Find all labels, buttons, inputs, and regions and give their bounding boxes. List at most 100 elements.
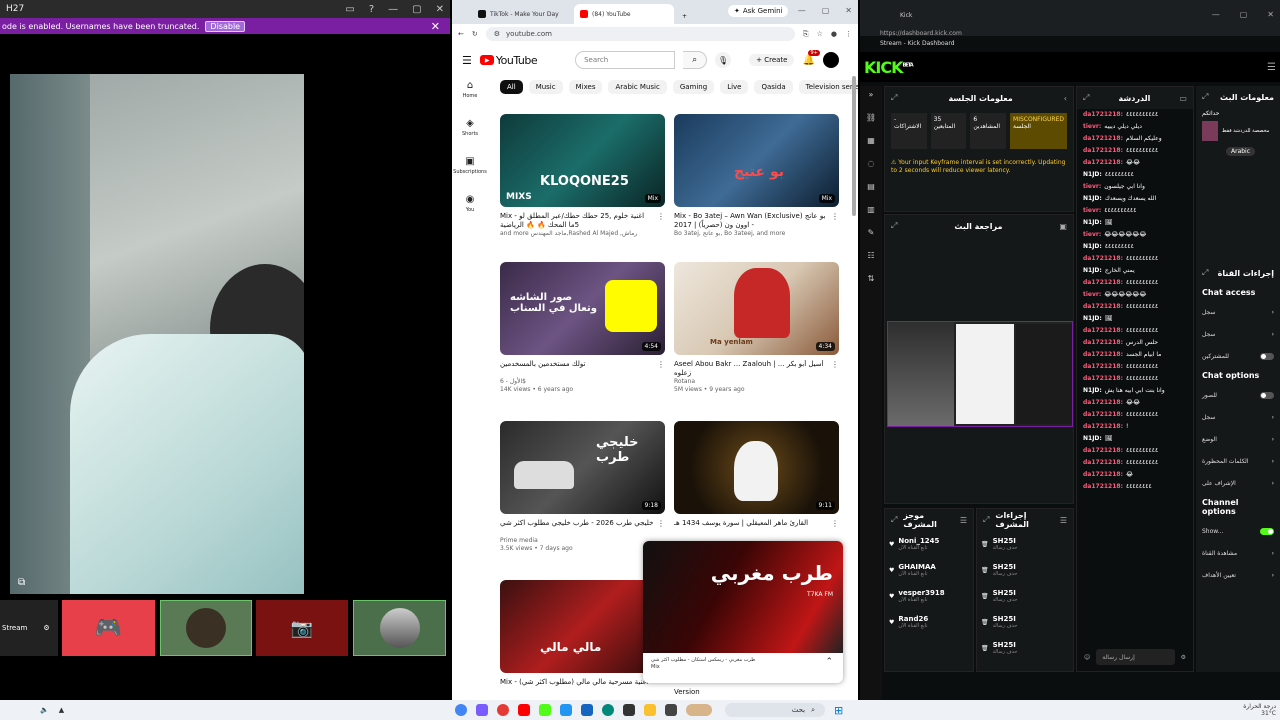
tab-tiktok[interactable]: TikTok - Make Your Day (472, 4, 572, 24)
youtube-icon[interactable] (518, 704, 530, 716)
option-row[interactable]: تعيين الأهداف › (1196, 564, 1280, 586)
chat-username[interactable]: N1JD: (1083, 171, 1102, 178)
chat-username[interactable]: da1721218: (1083, 147, 1123, 154)
participant-avatar-tile[interactable] (353, 600, 446, 656)
chip-music[interactable]: Music (528, 80, 563, 94)
speaker-icon[interactable]: 🔈 (40, 706, 49, 714)
kick-logo[interactable]: KICKBETA (864, 58, 914, 77)
emoji-icon[interactable]: ☺ (1084, 654, 1090, 661)
video-title[interactable]: خليجي طرب 2026 - طرب خليجي مطلوب اكثر شي (500, 519, 665, 537)
close-icon[interactable]: ✕ (845, 6, 852, 15)
chip-gaming[interactable]: Gaming (672, 80, 715, 94)
sidebar-item-home[interactable]: ⌂ Home (452, 80, 488, 118)
hamburger-icon[interactable]: ☰ (462, 54, 472, 67)
stream-tile[interactable]: Stream ⚙ (0, 600, 58, 656)
chat-username[interactable]: da1721218: (1083, 303, 1123, 310)
chat-username[interactable]: N1JD: (1083, 219, 1102, 226)
file-explorer-icon[interactable] (644, 704, 656, 716)
chat-username[interactable]: da1721218: (1083, 423, 1123, 430)
video-title[interactable]: Mix - Bo 3atej – Awn Wan (Exclusive) بو … (674, 212, 839, 230)
chip-qasida[interactable]: Qasida (754, 80, 793, 94)
minimize-icon[interactable]: — (798, 6, 806, 15)
minimize-icon[interactable]: — (1212, 10, 1220, 19)
tools-icon[interactable]: ✎ (868, 228, 875, 237)
video-thumbnail[interactable]: بو عتيج Mix (674, 114, 839, 207)
scrollbar[interactable] (852, 76, 856, 216)
username[interactable]: Noni_1245 (898, 537, 939, 545)
chat-username[interactable]: tievr: (1083, 291, 1101, 298)
link-icon[interactable]: ⛓ (866, 113, 876, 122)
chat-username[interactable]: da1721218: (1083, 159, 1123, 166)
video-card[interactable]: مالي مالي Mix - اغنية مسرحية مالي مالي (… (500, 580, 665, 696)
chat-username[interactable]: da1721218: (1083, 375, 1123, 382)
toggle[interactable] (1260, 352, 1274, 360)
chip-television-series[interactable]: Television series (798, 80, 858, 94)
video-card[interactable]: خليجي طرب 9:18 خليجي طرب 2026 - طرب خليج… (500, 421, 665, 553)
video-card[interactable]: صور الشاشه وتعال في السناب 4:54 تولك مست… (500, 262, 665, 394)
dashboard-icon[interactable]: ▥ (867, 205, 875, 214)
star-icon[interactable]: ☆ (817, 30, 823, 39)
more-icon[interactable]: ⋮ (831, 519, 839, 528)
search-input[interactable]: Search (575, 51, 676, 69)
app-icon[interactable] (665, 704, 677, 716)
maximize-icon[interactable]: ▢ (1240, 10, 1248, 19)
maximize-icon[interactable]: ▢ (822, 6, 830, 15)
chat-username[interactable]: tievr: (1083, 183, 1101, 190)
miniplayer-video[interactable]: طرب مغربي T7KA FM (643, 541, 843, 653)
kick-icon[interactable] (539, 704, 551, 716)
toggle[interactable] (1260, 527, 1274, 535)
chat-username[interactable]: da1721218: (1083, 459, 1123, 466)
chat-username[interactable]: da1721218: (1083, 339, 1123, 346)
chip-arabic-music[interactable]: Arabic Music (608, 80, 667, 94)
discord-tile[interactable]: 🎮 (62, 600, 155, 656)
filter-icon[interactable]: ☰ (960, 516, 967, 525)
video-thumbnail[interactable]: Ma yenlam 4:34 (674, 262, 839, 355)
chat-username[interactable]: da1721218: (1083, 111, 1123, 118)
more-icon[interactable]: ⋮ (831, 212, 839, 221)
more-icon[interactable]: ⋮ (657, 212, 665, 221)
toggle[interactable] (1260, 391, 1274, 399)
chat-username[interactable]: da1721218: (1083, 399, 1123, 406)
username[interactable]: SH25I (993, 615, 1018, 623)
expand-icon[interactable]: ⤢ (1202, 92, 1208, 102)
username[interactable]: GHAIMAA (898, 563, 935, 571)
video-thumbnail[interactable]: صور الشاشه وتعال في السناب 4:54 (500, 262, 665, 355)
tab-youtube[interactable]: (84) YouTube (574, 4, 674, 24)
more-icon[interactable]: ⋮ (831, 360, 839, 369)
notifications-button[interactable]: 🔔 9+ (802, 49, 820, 66)
taskbar-search[interactable]: بحث ⌕ (725, 703, 825, 717)
chip-all[interactable]: All (500, 80, 523, 94)
video-title[interactable]: القارئ ماهر المعيقلي | سورة يوسف 1434 هـ (674, 519, 839, 537)
app-icon[interactable] (497, 704, 509, 716)
banner-close-icon[interactable]: ✕ (431, 20, 440, 33)
chat-username[interactable]: da1721218: (1083, 327, 1123, 334)
expand-icon[interactable]: ⤢ (1202, 268, 1208, 278)
option-row[interactable]: للصور (1196, 384, 1280, 406)
expand-icon[interactable]: ⤢ (891, 515, 897, 525)
chat-input[interactable]: إرسال رسالة (1096, 649, 1175, 665)
collapse-icon[interactable]: » (869, 90, 874, 99)
chrome-icon[interactable] (455, 704, 467, 716)
close-icon[interactable]: ✕ (1267, 10, 1274, 19)
app-icon[interactable] (476, 704, 488, 716)
option-row[interactable]: Show... (1196, 520, 1280, 542)
chat-username[interactable]: N1JD: (1083, 315, 1102, 322)
chat-username[interactable]: tievr: (1083, 231, 1101, 238)
cast-icon[interactable]: ⎘ (803, 30, 809, 39)
video-card[interactable]: Ma yenlam 4:34 Aseel Abou Bakr ... Zaalo… (674, 262, 839, 394)
chat-username[interactable]: N1JD: (1083, 435, 1102, 442)
chat-username[interactable]: da1721218: (1083, 471, 1123, 478)
video-card[interactable]: بو عتيج Mix Mix - Bo 3atej – Awn Wan (Ex… (674, 114, 839, 238)
option-row[interactable]: للمشتركين (1196, 345, 1280, 367)
url-field[interactable]: ⚙ youtube.com (485, 27, 795, 41)
url-text[interactable]: https://dashboard.kick.com (880, 30, 962, 37)
create-button[interactable]: + Create (749, 54, 795, 66)
video-thumbnail[interactable]: 9:11 (674, 421, 839, 514)
username[interactable]: SH25I (993, 563, 1018, 571)
expand-icon[interactable]: ⤢ (891, 93, 897, 103)
account-avatar[interactable] (822, 52, 839, 68)
chevron-icon[interactable]: ‹ (1064, 94, 1067, 103)
username[interactable]: Rand26 (898, 615, 928, 623)
username[interactable]: SH25I (993, 641, 1018, 649)
reload-icon[interactable]: ↻ (472, 30, 478, 38)
